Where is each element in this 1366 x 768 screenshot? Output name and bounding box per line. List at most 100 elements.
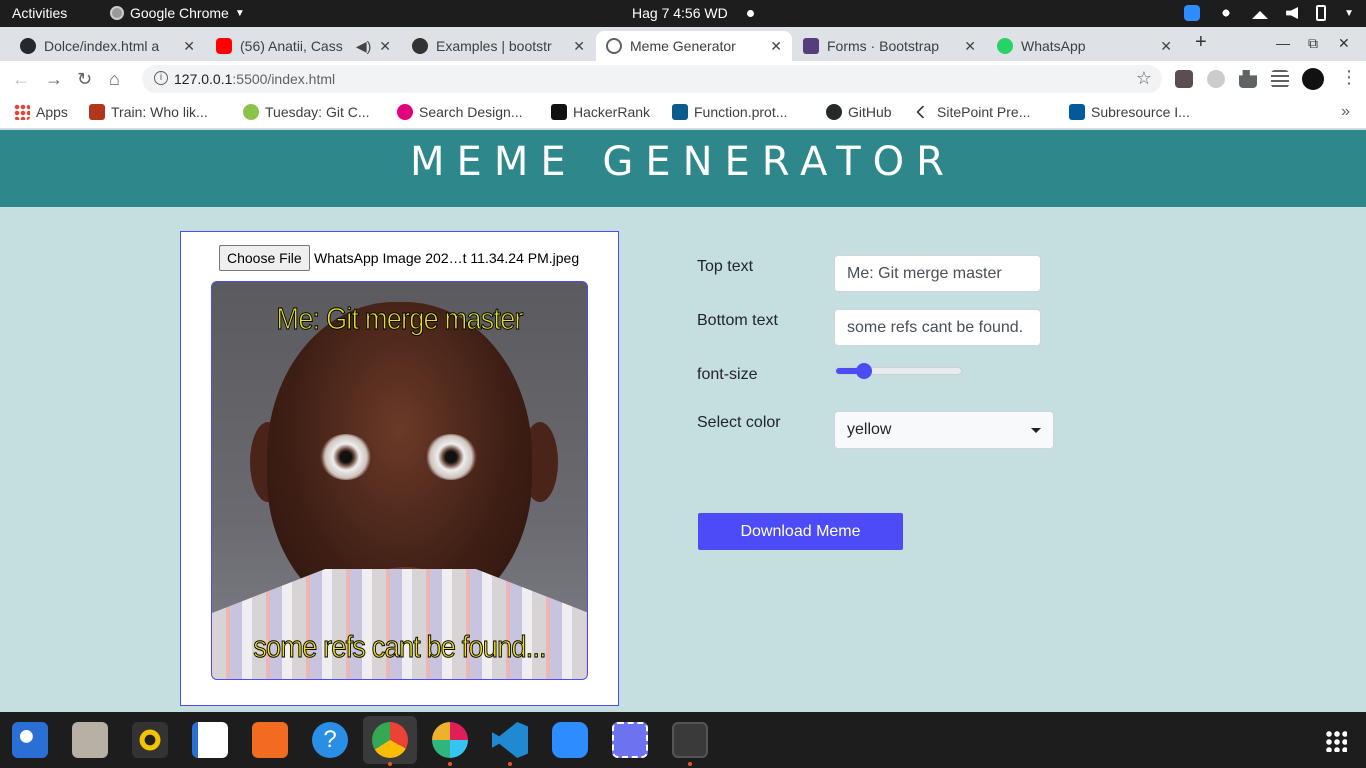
tab-strip: Dolce/index.html a ✕ (56) Anatii, Cass ◀…	[0, 27, 1366, 61]
top-text-input[interactable]: Me: Git merge master	[834, 255, 1041, 292]
more-bookmarks-chevron-icon[interactable]: »	[1341, 103, 1350, 121]
whatsapp-icon	[997, 38, 1013, 54]
slider-thumb[interactable]	[855, 363, 872, 379]
forward-arrow-icon[interactable]: →	[45, 69, 63, 90]
system-monitor-icon[interactable]	[672, 722, 708, 758]
extensions-puzzle-icon[interactable]	[1239, 70, 1257, 88]
meme-photo-eye	[320, 434, 372, 480]
running-indicator	[388, 762, 392, 766]
profile-avatar[interactable]	[1302, 68, 1324, 90]
wifi-icon[interactable]	[1252, 11, 1269, 19]
close-icon[interactable]: ✕	[770, 38, 782, 55]
minimize-icon[interactable]: —	[1276, 35, 1290, 51]
bookmark-star-icon[interactable]: ☆	[1136, 68, 1152, 89]
window-close-icon[interactable]: ✕	[1338, 35, 1350, 52]
system-menu-caret-icon[interactable]: ▼	[1344, 8, 1354, 19]
tab-whatsapp[interactable]: WhatsApp ✕	[987, 31, 1182, 61]
codewars-icon	[89, 104, 105, 120]
slack-tray-icon[interactable]	[1218, 5, 1235, 21]
battery-icon[interactable]	[1316, 5, 1327, 21]
clock[interactable]: Hag 7 4:56 WD	[632, 5, 728, 21]
restore-icon[interactable]: ⧉	[1308, 35, 1318, 52]
menu-kebab-icon[interactable]: ⋮	[1340, 67, 1358, 88]
mute-icon[interactable]: ◀)	[356, 38, 371, 55]
libreoffice-writer-icon[interactable]	[192, 722, 228, 758]
bootstrap-icon	[803, 38, 819, 54]
volume-icon[interactable]	[1286, 7, 1299, 19]
bookmark-hackerrank[interactable]: HackerRank	[551, 104, 650, 120]
help-icon[interactable]: ?	[312, 722, 348, 758]
close-icon[interactable]: ✕	[573, 38, 585, 55]
w3c-icon	[1069, 104, 1085, 120]
rhythmbox-icon[interactable]	[132, 722, 168, 758]
dock: ?	[0, 712, 1366, 768]
bookmark-dribbble[interactable]: Search Design...	[397, 104, 523, 120]
activities-button[interactable]: Activities	[12, 5, 67, 21]
font-size-slider[interactable]	[835, 363, 962, 379]
url-text[interactable]: 127.0.0.1:5500/index.html	[174, 71, 335, 87]
select-color-label: Select color	[697, 414, 781, 431]
address-bar[interactable]: i 127.0.0.1:5500/index.html ☆	[142, 65, 1162, 93]
youtube-icon	[216, 38, 232, 54]
running-indicator	[508, 762, 512, 766]
caret-down-icon: ▼	[234, 7, 245, 19]
bookmark-w3c[interactable]: Subresource I...	[1069, 104, 1190, 120]
files-icon[interactable]	[72, 722, 108, 758]
info-icon[interactable]: i	[154, 71, 168, 85]
mdn-icon	[672, 104, 688, 120]
tab-bootstrap-examples[interactable]: Examples | bootstr ✕	[402, 31, 595, 61]
extension-owl-icon[interactable]	[1175, 70, 1193, 88]
bookmark-mdn[interactable]: Function.prot...	[672, 104, 787, 120]
bookmark-moringa[interactable]: Tuesday: Git C...	[243, 104, 370, 120]
choose-file-button[interactable]: Choose File	[219, 245, 310, 271]
software-center-icon[interactable]	[252, 722, 288, 758]
github-icon	[826, 104, 842, 120]
home-icon[interactable]: ⌂	[109, 69, 120, 90]
thunderbird-icon[interactable]	[12, 722, 48, 758]
close-icon[interactable]: ✕	[183, 38, 195, 55]
tab-title: (56) Anatii, Cass	[240, 38, 343, 54]
bookmark-github[interactable]: GitHub	[826, 104, 892, 120]
caret-down-icon	[1031, 428, 1041, 433]
color-select[interactable]: yellow	[834, 411, 1054, 449]
chrome-icon[interactable]	[372, 722, 408, 758]
bookmark-sitepoint[interactable]: SitePoint Pre...	[915, 104, 1030, 120]
tab-title: Meme Generator	[630, 38, 736, 54]
bootstrap-examples-icon	[412, 38, 428, 54]
download-meme-button[interactable]: Download Meme	[698, 513, 903, 550]
vscode-icon[interactable]	[492, 722, 528, 758]
system-tray[interactable]: ▼	[1184, 5, 1354, 21]
bookmark-apps[interactable]: Apps	[14, 104, 68, 120]
app-menu-label: Google Chrome	[130, 5, 229, 21]
tab-meme-generator[interactable]: Meme Generator ✕	[596, 31, 792, 61]
app-menu[interactable]: Google Chrome ▼	[110, 5, 245, 21]
reload-icon[interactable]: ↻	[77, 69, 92, 90]
bookmark-label: SitePoint Pre...	[937, 104, 1031, 120]
show-applications-grid-icon[interactable]	[1325, 730, 1347, 752]
media-queue-icon[interactable]	[1271, 70, 1289, 88]
meme-top-text: Me: Git merge master	[276, 301, 524, 337]
bookmark-label: Tuesday: Git C...	[265, 104, 370, 120]
slack-icon[interactable]	[432, 722, 468, 758]
system-top-bar: Activities Google Chrome ▼ Hag 7 4:56 WD…	[0, 0, 1366, 27]
new-tab-plus-icon[interactable]: +	[1195, 31, 1207, 54]
meme-bottom-text: some refs cant be found...	[253, 629, 547, 665]
font-size-label: font-size	[697, 366, 758, 383]
close-icon[interactable]: ✕	[964, 38, 976, 55]
extension-globe-icon[interactable]	[1207, 70, 1225, 88]
tab-title: WhatsApp	[1021, 38, 1086, 54]
zoom-icon[interactable]	[552, 722, 588, 758]
file-name-label: WhatsApp Image 202…t 11.34.24 PM.jpeg	[314, 250, 580, 266]
tab-bootstrap-forms[interactable]: Forms · Bootstrap ✕	[793, 31, 986, 61]
close-icon[interactable]: ✕	[379, 38, 391, 55]
screenshot-icon[interactable]	[612, 722, 648, 758]
bookmark-codewars[interactable]: Train: Who lik...	[89, 104, 208, 120]
tab-youtube[interactable]: (56) Anatii, Cass ◀) ✕	[206, 31, 401, 61]
back-arrow-icon[interactable]: ←	[12, 69, 30, 90]
bottom-text-input[interactable]: some refs cant be found.	[834, 309, 1041, 346]
zoom-tray-icon[interactable]	[1184, 5, 1201, 21]
bookmark-label: HackerRank	[573, 104, 651, 120]
tab-github[interactable]: Dolce/index.html a ✕	[10, 31, 205, 61]
url-path: :5500/index.html	[232, 71, 336, 87]
close-icon[interactable]: ✕	[1160, 38, 1172, 55]
